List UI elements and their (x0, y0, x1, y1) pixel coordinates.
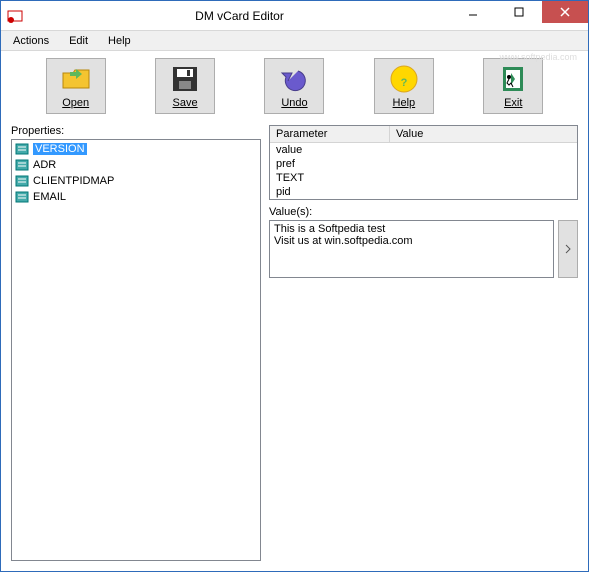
value-cell (390, 143, 577, 157)
help-button[interactable]: ? Help (374, 58, 434, 114)
list-item[interactable]: CLIENTPIDMAP (13, 173, 259, 189)
menu-actions[interactable]: Actions (5, 33, 57, 49)
undo-button[interactable]: Undo (264, 58, 324, 114)
expand-button[interactable] (558, 220, 578, 278)
app-icon (7, 8, 23, 24)
grid-body: value pref TEXT pid (270, 143, 577, 199)
grid-header: Parameter Value (270, 126, 577, 143)
menu-help[interactable]: Help (100, 33, 139, 49)
param-cell: pref (270, 157, 390, 171)
chevron-right-icon (564, 244, 572, 254)
undo-label: Undo (281, 97, 307, 109)
help-question-icon: ? (388, 63, 420, 95)
maximize-button[interactable] (496, 1, 542, 23)
exit-button[interactable]: Exit (483, 58, 543, 114)
values-area: Value(s): This is a Softpedia test Visit… (269, 206, 578, 278)
table-row[interactable]: pid (270, 185, 577, 199)
property-card-icon (15, 142, 29, 156)
properties-panel: Properties: VERSION ADR CLIENTPIDMAP EMA… (11, 125, 261, 561)
main-window: DM vCard Editor Actions Edit Help www.so… (0, 0, 589, 572)
list-item-label: VERSION (33, 143, 87, 155)
param-cell: pid (270, 185, 390, 199)
value-cell (390, 171, 577, 185)
property-card-icon (15, 174, 29, 188)
menu-edit[interactable]: Edit (61, 33, 96, 49)
property-card-icon (15, 158, 29, 172)
details-panel: Parameter Value value pref TEXT pid Valu… (269, 125, 578, 561)
exit-door-icon (497, 63, 529, 95)
values-textarea[interactable]: This is a Softpedia test Visit us at win… (269, 220, 554, 278)
table-row[interactable]: TEXT (270, 171, 577, 185)
help-label: Help (393, 97, 416, 109)
list-item[interactable]: EMAIL (13, 189, 259, 205)
close-button[interactable] (542, 1, 588, 23)
values-label: Value(s): (269, 206, 578, 218)
window-controls (450, 1, 588, 30)
undo-arrow-icon (278, 63, 310, 95)
properties-label: Properties: (11, 125, 261, 137)
save-floppy-icon (169, 63, 201, 95)
window-title: DM vCard Editor (29, 9, 450, 23)
open-button[interactable]: Open (46, 58, 106, 114)
list-item-label: ADR (33, 159, 56, 171)
svg-text:?: ? (400, 77, 407, 89)
parameters-grid[interactable]: Parameter Value value pref TEXT pid (269, 125, 578, 200)
minimize-button[interactable] (450, 1, 496, 23)
col-parameter-header[interactable]: Parameter (270, 126, 390, 142)
param-cell: value (270, 143, 390, 157)
param-cell: TEXT (270, 171, 390, 185)
value-cell (390, 157, 577, 171)
open-label: Open (62, 97, 89, 109)
save-label: Save (173, 97, 198, 109)
titlebar: DM vCard Editor (1, 1, 588, 31)
list-item-label: EMAIL (33, 191, 66, 203)
content-area: Properties: VERSION ADR CLIENTPIDMAP EMA… (1, 121, 588, 571)
property-card-icon (15, 190, 29, 204)
watermark: www.softpedia.com (499, 52, 577, 62)
list-item[interactable]: ADR (13, 157, 259, 173)
exit-label: Exit (504, 97, 522, 109)
list-item[interactable]: VERSION (13, 141, 259, 157)
table-row[interactable]: value (270, 143, 577, 157)
open-folder-icon (60, 63, 92, 95)
value-cell (390, 185, 577, 199)
menubar: Actions Edit Help (1, 31, 588, 51)
save-button[interactable]: Save (155, 58, 215, 114)
col-value-header[interactable]: Value (390, 126, 577, 142)
list-item-label: CLIENTPIDMAP (33, 175, 114, 187)
table-row[interactable]: pref (270, 157, 577, 171)
properties-listbox[interactable]: VERSION ADR CLIENTPIDMAP EMAIL (11, 139, 261, 561)
